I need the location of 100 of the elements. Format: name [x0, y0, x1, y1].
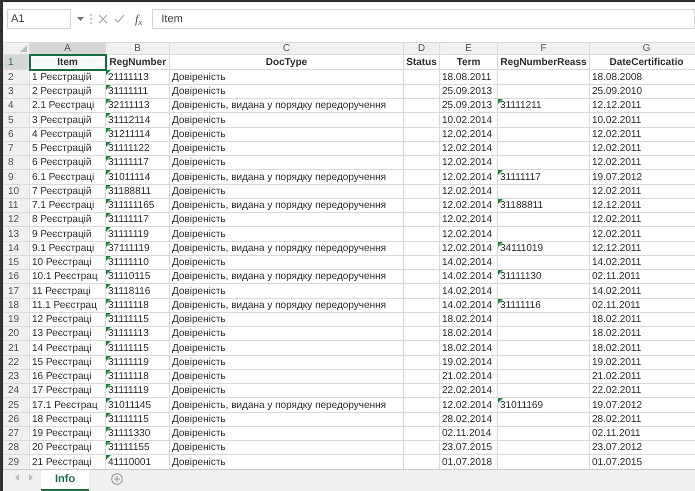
table-cell[interactable]: 02.11.2011	[590, 298, 695, 312]
table-cell[interactable]: 18 Реєстраці	[30, 412, 106, 426]
table-cell[interactable]: 31111118	[106, 298, 170, 312]
table-cell[interactable]: 31111119	[106, 355, 170, 370]
cancel-icon[interactable]	[98, 14, 108, 24]
table-cell[interactable]: 31111211	[498, 98, 590, 113]
table-cell[interactable]: 12.02.2011	[590, 212, 695, 227]
formula-field[interactable]: Item	[152, 8, 695, 29]
row-header[interactable]: 11	[4, 198, 30, 213]
row-header[interactable]: 6	[4, 127, 30, 142]
table-cell[interactable]: 12.02.2011	[590, 127, 695, 142]
row-header[interactable]: 26	[4, 412, 30, 426]
table-cell[interactable]: 9.1 Реєстраці	[30, 241, 106, 256]
table-cell[interactable]: 31111122	[106, 141, 170, 156]
table-cell[interactable]: Довіреність	[170, 440, 404, 455]
table-cell[interactable]: Довіреність, видана у порядку передоручення	[170, 398, 404, 412]
table-cell[interactable]: 02.11.2011	[590, 270, 695, 284]
row-header[interactable]: 21	[4, 340, 30, 356]
table-cell[interactable]: 21.02.2014	[440, 369, 498, 384]
table-cell[interactable]: 7 Реєстрацій	[30, 184, 106, 198]
table-cell[interactable]: 14.02.2014	[440, 270, 498, 284]
table-cell[interactable]: Довіреність	[170, 156, 404, 170]
table-cell[interactable]: 311111165	[106, 198, 170, 213]
table-cell[interactable]: 31111117	[106, 156, 170, 170]
table-cell[interactable]: 31111119	[106, 384, 170, 398]
table-cell[interactable]: 31011114	[106, 170, 170, 184]
table-cell[interactable]: 6 Реєстрацій	[30, 156, 106, 170]
table-cell[interactable]: Довіреність	[170, 127, 404, 142]
table-cell[interactable]: 21111113	[106, 70, 170, 84]
table-cell[interactable]: 12.02.2014	[440, 241, 498, 256]
table-cell[interactable]: Довіреність	[170, 340, 404, 356]
table-cell[interactable]: 21.02.2011	[590, 369, 695, 384]
table-cell[interactable]: 31118116	[106, 284, 170, 298]
table-cell[interactable]: Довіреність, видана у порядку передоручення	[170, 241, 404, 256]
table-cell[interactable]: 14.02.2014	[440, 255, 498, 270]
table-cell[interactable]: 12 Реєстраці	[30, 312, 106, 327]
table-cell[interactable]: 4 Реєстрацій	[30, 127, 106, 142]
table-cell[interactable]: 12.02.2014	[440, 398, 498, 412]
table-cell[interactable]: 14.02.2014	[440, 298, 498, 312]
column-title-cell[interactable]: DocType	[170, 54, 404, 70]
table-cell[interactable]: 15 Реєстраці	[30, 355, 106, 370]
table-cell[interactable]: 12.02.2014	[440, 212, 498, 227]
table-cell[interactable]: 31111117	[106, 212, 170, 227]
table-cell[interactable]: 31188811	[106, 184, 170, 198]
row-header[interactable]: 9	[4, 170, 30, 184]
column-header[interactable]: B	[106, 42, 170, 55]
table-cell[interactable]: 25.09.2013	[440, 84, 498, 99]
insert-function-button[interactable]: f$_{x}$	[131, 10, 146, 28]
table-cell[interactable]: Довіреність	[170, 255, 404, 270]
table-cell[interactable]: 12.02.2014	[440, 141, 498, 156]
row-header[interactable]: 24	[4, 384, 30, 398]
table-cell[interactable]: 12.02.2014	[440, 198, 498, 213]
sheet-tab[interactable]: Info	[41, 470, 90, 491]
table-cell[interactable]: 28.02.2011	[590, 412, 695, 426]
table-cell[interactable]: 6.1 Реєстраці	[30, 170, 106, 184]
table-cell[interactable]: 31111113	[106, 326, 170, 341]
table-cell[interactable]: 11 Реєстраці	[30, 284, 106, 298]
name-box[interactable]: A1	[7, 8, 71, 29]
table-cell[interactable]: Довіреність	[170, 70, 404, 84]
table-cell[interactable]: 10.1 Реєстрац	[30, 270, 106, 284]
table-cell[interactable]: 31110115	[106, 270, 170, 284]
row-header[interactable]: 10	[4, 184, 30, 198]
table-cell[interactable]: 31111117	[498, 170, 590, 184]
table-cell[interactable]: Довіреність	[170, 369, 404, 384]
row-header[interactable]: 29	[4, 454, 30, 468]
table-cell[interactable]: Довіреність	[170, 284, 404, 298]
table-cell[interactable]: Довіреність	[170, 112, 404, 128]
row-header[interactable]: 15	[4, 255, 30, 270]
column-header[interactable]: E	[440, 42, 498, 55]
row-header[interactable]: 4	[4, 98, 30, 113]
table-cell[interactable]: 18.02.2014	[440, 340, 498, 356]
column-title-cell[interactable]: DateCertificatio	[590, 54, 695, 70]
table-cell[interactable]: 12.02.2011	[590, 141, 695, 156]
table-cell[interactable]: 31011169	[498, 398, 590, 412]
table-cell[interactable]: 7.1 Реєстраці	[30, 198, 106, 213]
table-cell[interactable]: 2.1 Реєстраці	[30, 98, 106, 113]
column-header[interactable]: F	[498, 42, 590, 55]
row-header[interactable]: 14	[4, 241, 30, 256]
add-sheet-icon[interactable]	[111, 472, 124, 484]
row-header[interactable]: 17	[4, 284, 30, 298]
row-header[interactable]: 3	[4, 84, 30, 99]
table-cell[interactable]: 19.02.2011	[590, 355, 695, 370]
check-icon[interactable]	[114, 14, 125, 24]
table-cell[interactable]: Довіреність	[170, 226, 404, 242]
table-cell[interactable]: 12.02.2014	[440, 226, 498, 242]
table-cell[interactable]: 12.02.2014	[440, 170, 498, 184]
table-cell[interactable]: 11.1 Реєстрац	[30, 298, 106, 312]
row-header[interactable]: 5	[4, 112, 30, 128]
table-cell[interactable]: 5 Реєстрацій	[30, 141, 106, 156]
row-header[interactable]: 19	[4, 312, 30, 327]
table-cell[interactable]: 22.02.2011	[590, 384, 695, 398]
table-cell[interactable]: 23.07.2015	[440, 440, 498, 455]
table-cell[interactable]: 12.02.2014	[440, 156, 498, 170]
table-cell[interactable]: 32111113	[106, 98, 170, 113]
table-cell[interactable]: 1 Реєстрацій	[30, 70, 106, 84]
table-cell[interactable]: 02.11.2014	[440, 426, 498, 441]
table-cell[interactable]: Довіреність, видана у порядку передоручення	[170, 270, 404, 284]
table-cell[interactable]: 2 Реєстрацій	[30, 84, 106, 99]
table-cell[interactable]: 10 Реєстраці	[30, 255, 106, 270]
table-cell[interactable]: 18.02.2014	[440, 312, 498, 327]
